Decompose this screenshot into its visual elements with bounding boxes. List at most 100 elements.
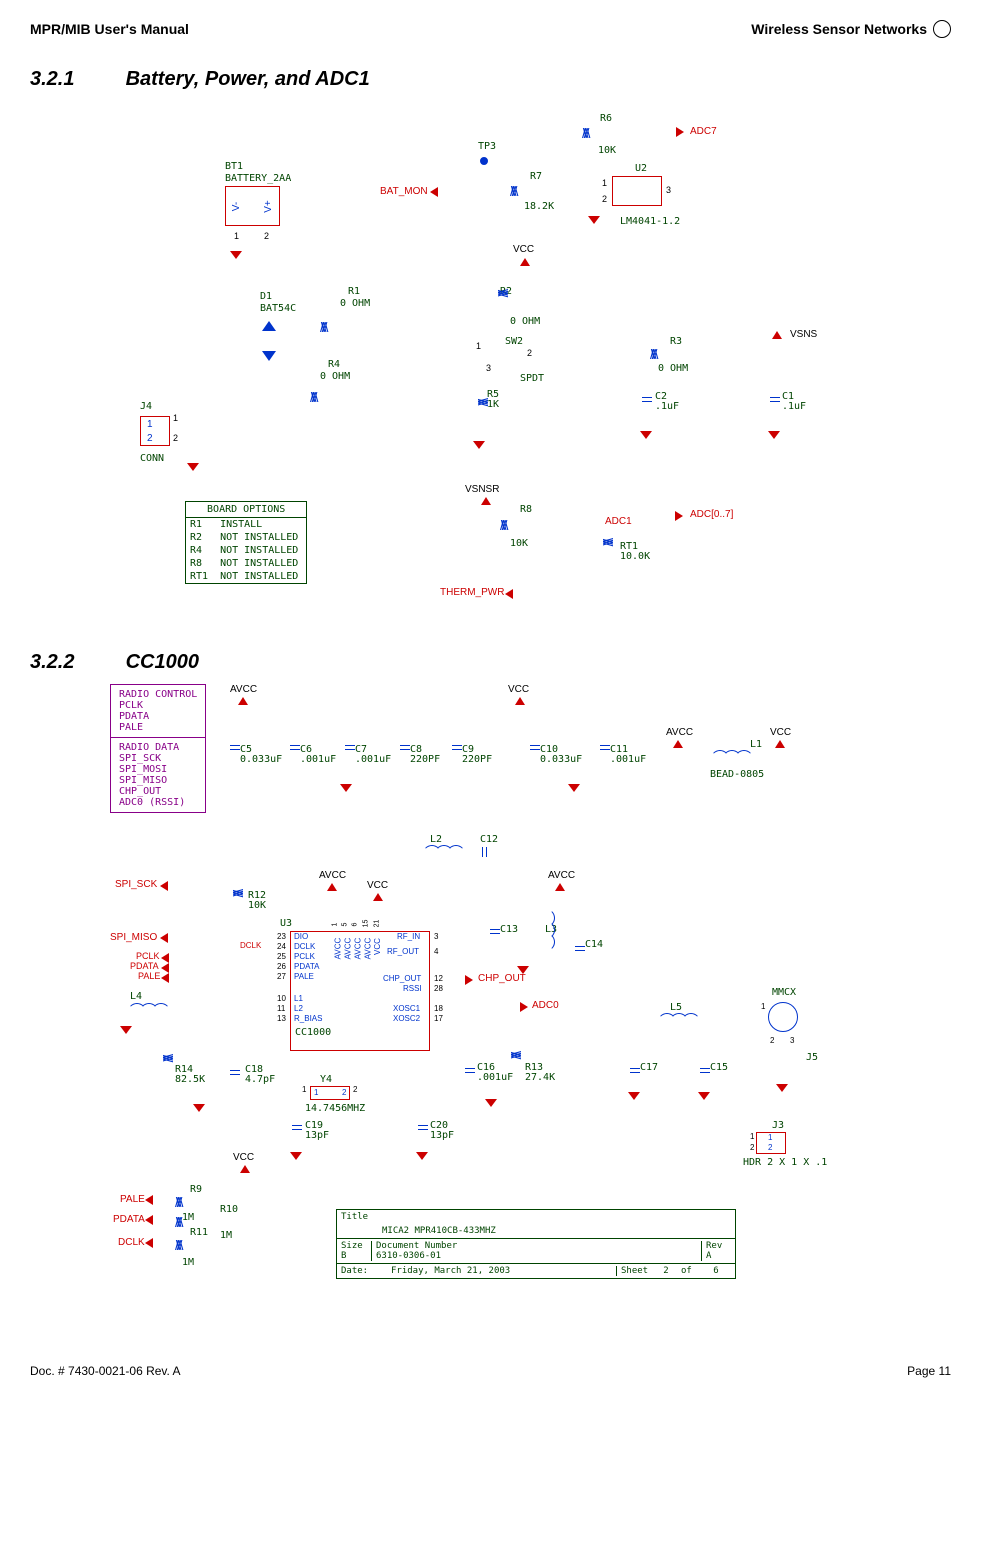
sw-p1: 1 — [476, 341, 481, 351]
u3-pn-5: 10 — [277, 994, 286, 1003]
arrow-spi-miso — [160, 933, 168, 943]
r3-zigzag: /\/\/\ — [650, 346, 655, 362]
label-adc7: ADC7 — [690, 126, 717, 137]
label-c2-val: .1uF — [655, 401, 679, 412]
label-r8: R8 — [520, 504, 532, 515]
label-y4: Y4 — [320, 1074, 332, 1085]
j4-pin1: 1 — [147, 419, 153, 430]
section-title-2: CC1000 — [126, 651, 199, 673]
r11-zigzag: /\/\/\ — [175, 1237, 180, 1253]
label-bt1: BT1 — [225, 161, 243, 172]
u3-top-4: VCC — [373, 938, 382, 955]
arrow-dclk-2 — [145, 1238, 153, 1248]
avcc-right-arrow — [555, 883, 565, 891]
label-r10-val: 1M — [220, 1230, 232, 1241]
vcc-l1-arrow — [775, 740, 785, 748]
label-avcc-right: AVCC — [548, 870, 575, 881]
label-dclk-2: DCLK — [118, 1237, 145, 1248]
c6-val: .001uF — [300, 754, 336, 765]
cap-c10 — [530, 739, 540, 757]
label-l1: L1 — [750, 739, 762, 750]
section-title: Battery, Power, and ADC1 — [126, 68, 370, 90]
label-r6-val: 10K — [598, 145, 616, 156]
r4-zigzag: /\/\/\ — [310, 389, 315, 405]
arrow-pdata — [161, 963, 169, 973]
u3-rn-5: 17 — [434, 1014, 443, 1023]
label-chpout: CHP_OUT — [478, 973, 526, 984]
u3-r-2: CHP_OUT — [383, 974, 421, 983]
schematic-battery: J4 1 2 1 2 CONN BT1 BATTERY_2AA V- V+ 1 … — [30, 101, 951, 621]
r7-zigzag: /\/\/\ — [510, 183, 515, 199]
label-r12-val: 10K — [248, 900, 266, 911]
vsns-arrow — [772, 331, 782, 339]
label-u3: U3 — [280, 918, 292, 929]
section-num-2: 3.2.2 — [30, 651, 120, 674]
page-header: MPR/MIB User's Manual Wireless Sensor Ne… — [30, 20, 951, 38]
cap-c20 — [418, 1119, 428, 1137]
tb-sheet-of: of — [681, 1266, 701, 1276]
label-avcc-chip: AVCC — [319, 870, 346, 881]
bat-vminus: V- — [231, 202, 242, 211]
header-right: Wireless Sensor Networks — [751, 21, 927, 37]
c7-val: .001uF — [355, 754, 391, 765]
label-vcc-chip: VCC — [367, 880, 388, 891]
label-u3-part: CC1000 — [295, 1027, 331, 1038]
u3-rn-1: 4 — [434, 947, 438, 956]
label-r3: R3 — [670, 336, 682, 347]
gnd-c15 — [698, 1092, 710, 1100]
u3-top-n0: 1 — [331, 923, 338, 927]
ind-l1: ⌒⌒⌒ — [713, 747, 749, 767]
list-item: SPI_MISO — [119, 775, 197, 786]
y4-p1b: 1 — [302, 1085, 306, 1094]
u3-pname-6: L2 — [294, 1004, 303, 1013]
schematic-cc1000: RADIO CONTROL PCLK PDATA PALE RADIO DATA… — [30, 684, 951, 1324]
u3-rn-4: 18 — [434, 1004, 443, 1013]
logo-icon — [933, 20, 951, 38]
cap-c13 — [490, 923, 500, 941]
label-r4: R4 — [328, 359, 340, 370]
footer-left: Doc. # 7430-0021-06 Rev. A — [30, 1364, 181, 1378]
label-d1: D1 — [260, 291, 272, 302]
manual-title: MPR/MIB User's Manual — [30, 21, 189, 37]
u3-pname-5: L1 — [294, 994, 303, 1003]
ind-l4: ⌒⌒⌒ — [130, 1000, 166, 1020]
label-r4-val: 0 OHM — [320, 371, 350, 382]
radio-signals-box: RADIO CONTROL PCLK PDATA PALE RADIO DATA… — [110, 684, 206, 813]
gnd-mmcx — [776, 1084, 788, 1092]
r1-zigzag: /\/\/\ — [320, 319, 325, 335]
r9-zigzag: /\/\/\ — [175, 1194, 180, 1210]
label-r9-val: 1M — [182, 1212, 194, 1223]
label-r3-val: 0 OHM — [658, 363, 688, 374]
conn-type: CONN — [140, 453, 164, 464]
u3-pname-3: PDATA — [294, 962, 319, 971]
ind-l3: ⌒⌒⌒ — [538, 911, 558, 947]
label-pdata: PDATA — [130, 961, 159, 971]
r8-zigzag: /\/\/\ — [500, 517, 505, 533]
label-r2-val: 0 OHM — [510, 316, 540, 327]
cap-c16 — [465, 1062, 475, 1080]
list-item: PCLK — [119, 700, 197, 711]
arrow-thermpwr — [505, 589, 513, 599]
table-row: R8NOT INSTALLED — [186, 557, 307, 570]
label-avcc-1: AVCC — [230, 684, 257, 695]
label-c12: C12 — [480, 834, 498, 845]
label-pdata-2: PDATA — [113, 1214, 145, 1225]
label-mmcx: MMCX — [772, 987, 796, 998]
label-pale: PALE — [138, 971, 160, 981]
tb-date: Friday, March 21, 2003 — [381, 1266, 616, 1276]
j3-p1b: 1 — [750, 1132, 754, 1141]
vcc-arrow-2 — [515, 697, 525, 705]
j3-p2: 2 — [768, 1143, 772, 1152]
tb-sheet-lbl: Sheet — [616, 1266, 651, 1276]
cap-c1 — [770, 391, 780, 409]
gnd-caps2 — [568, 784, 580, 792]
u3-top-3: AVCC — [363, 938, 372, 960]
c8-val: 220PF — [410, 754, 440, 765]
gnd-j4 — [187, 463, 199, 471]
list-item: SPI_SCK — [119, 753, 197, 764]
cap-c11 — [600, 739, 610, 757]
y4-p2: 2 — [342, 1088, 346, 1097]
label-r7: R7 — [530, 171, 542, 182]
label-rt1-val: 10.0K — [620, 551, 650, 562]
arrow-adcbus — [675, 511, 683, 521]
